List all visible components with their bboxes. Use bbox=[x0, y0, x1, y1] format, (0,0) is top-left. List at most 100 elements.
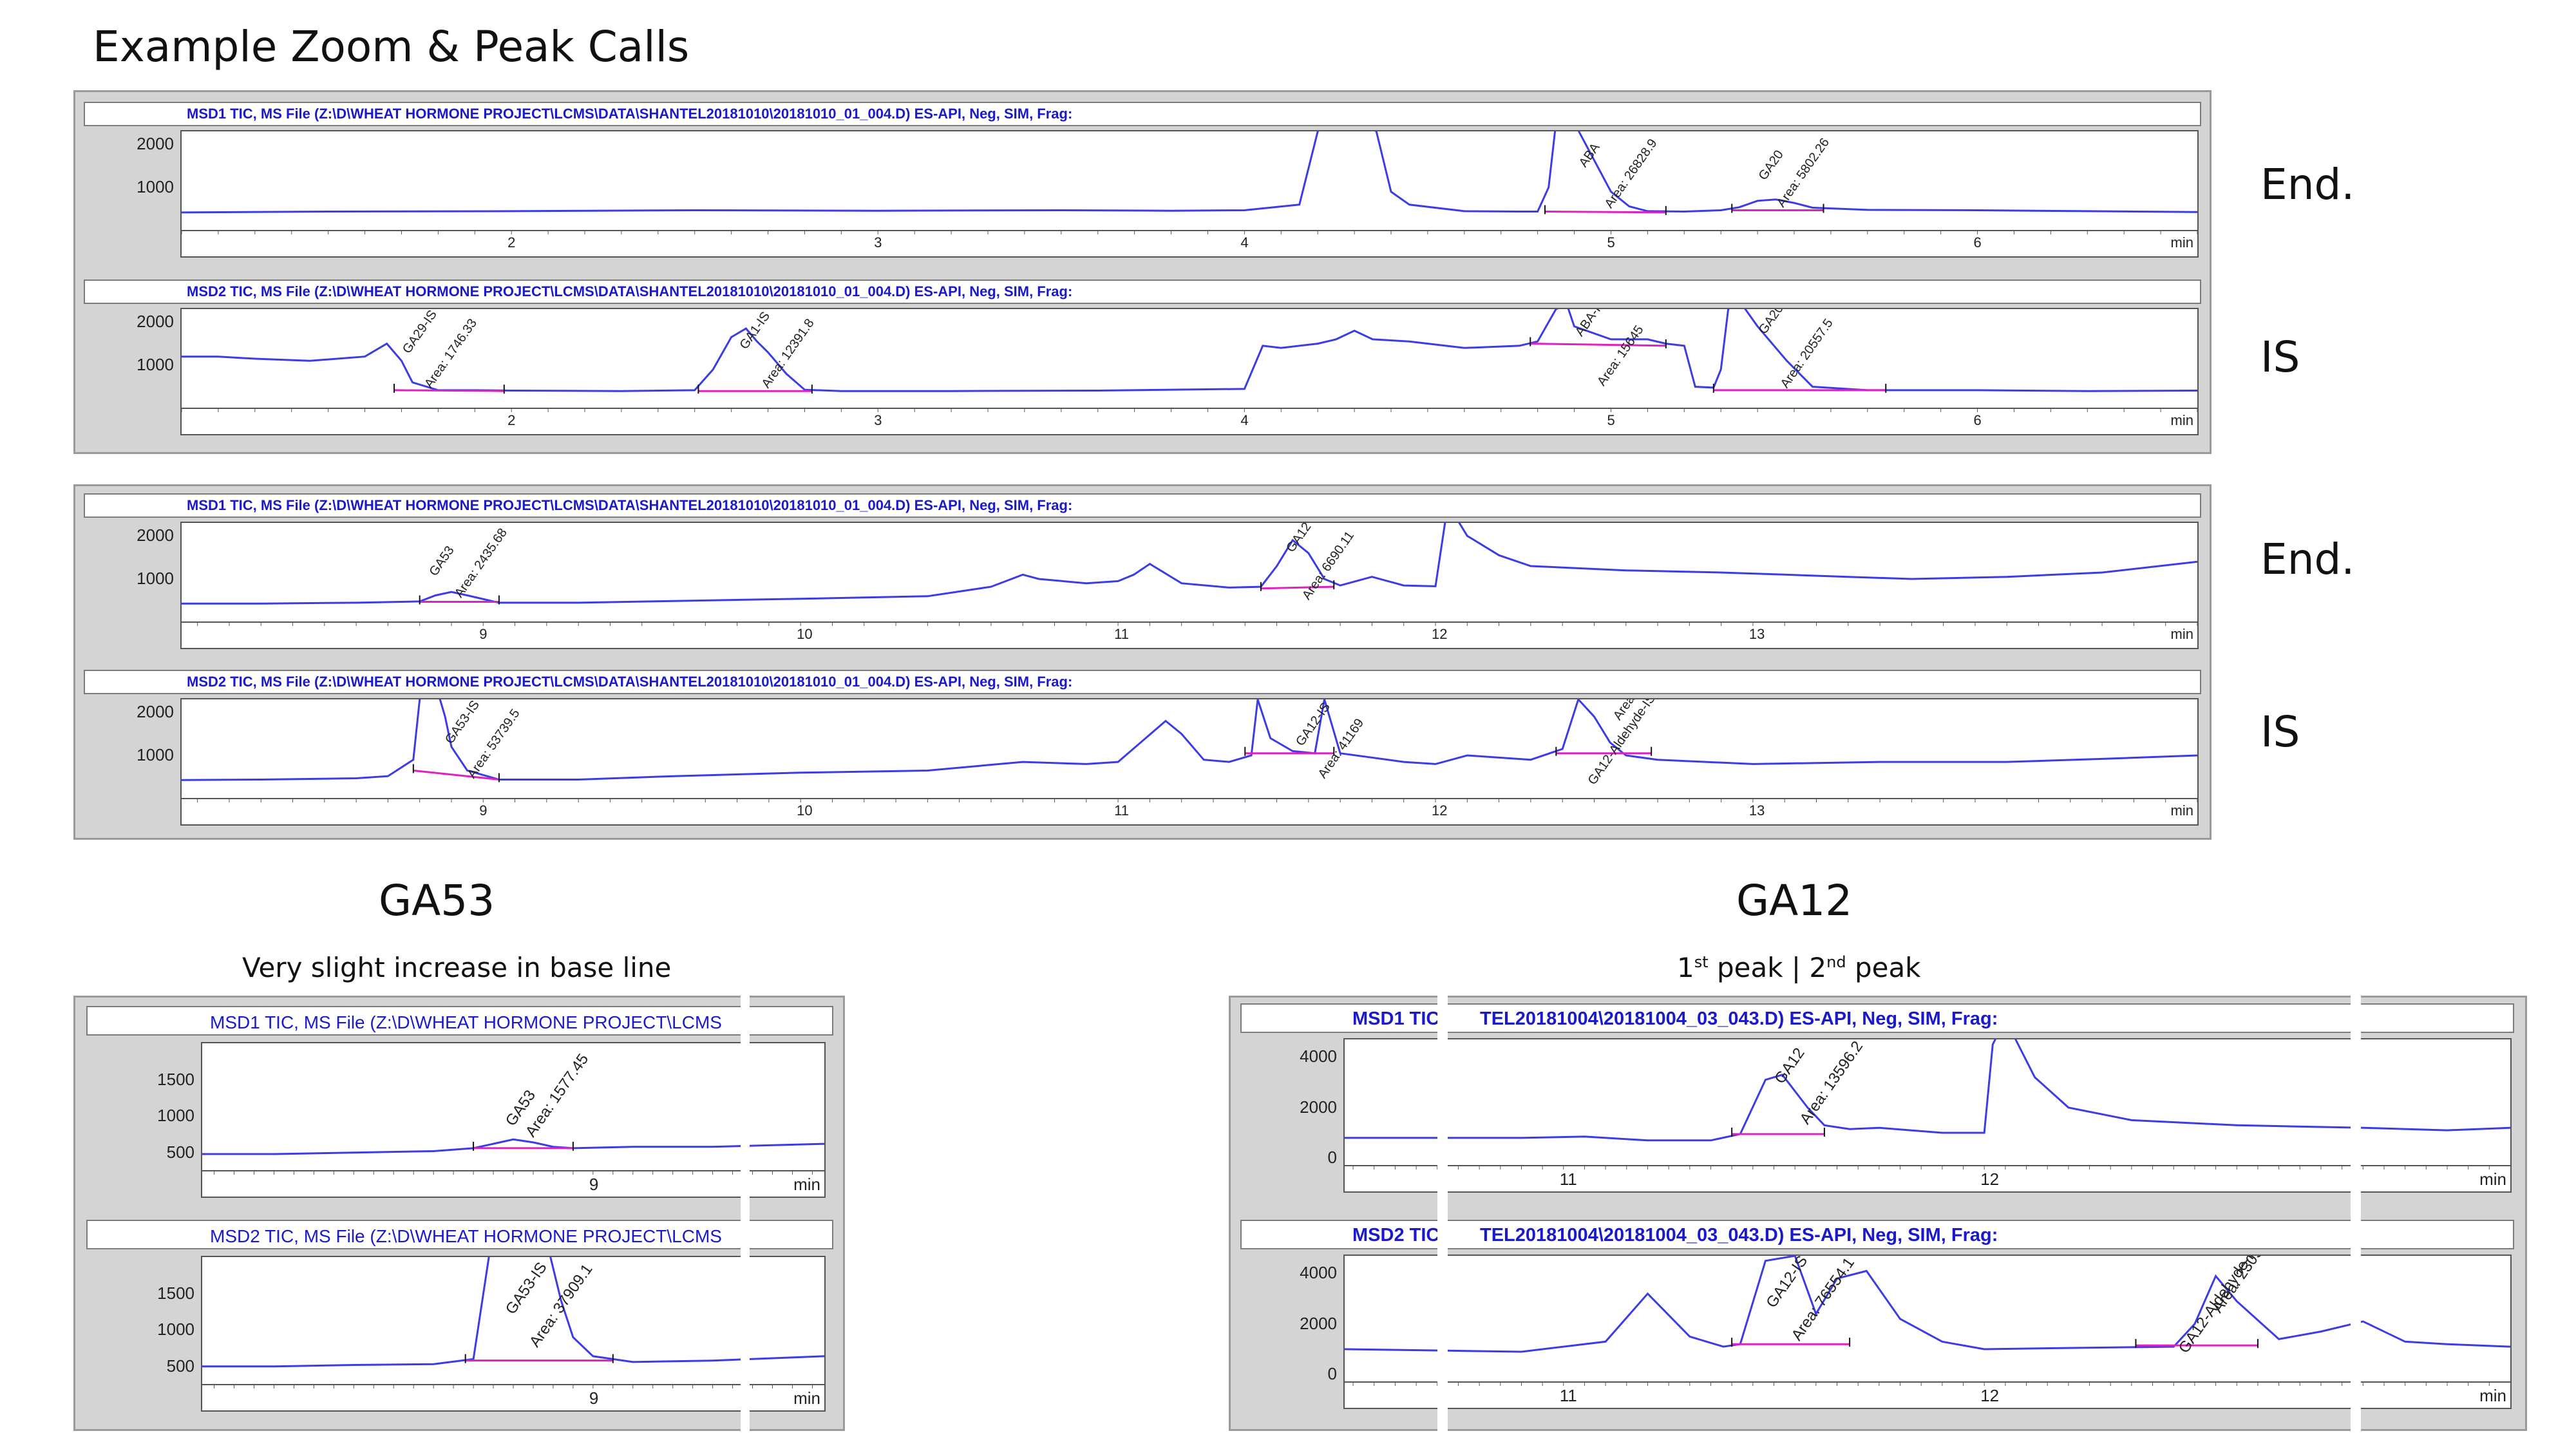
chart-ga12-msd1: GA12 Area: 13596.2 11 12 min bbox=[1343, 1038, 2512, 1193]
msd2-header-2: MSD2 TIC, MS File (Z:\D\WHEAT HORMONE PR… bbox=[187, 674, 1073, 690]
peak-annotation: Area: 6690.11 bbox=[1300, 529, 1357, 602]
peak-annotation: GA29-IS bbox=[400, 309, 440, 356]
series-line bbox=[182, 309, 2197, 392]
x-unit-label: min bbox=[2170, 802, 2193, 819]
y-tick-label: 2000 bbox=[137, 312, 174, 332]
x-tick-label: 12 bbox=[1980, 1170, 2000, 1189]
ga12-msd2-header-a: MSD2 TIC bbox=[1352, 1225, 1440, 1245]
series-line bbox=[1345, 1256, 2510, 1353]
x-tick-label: 2 bbox=[507, 412, 516, 428]
y-tick-label: 4000 bbox=[1300, 1263, 1337, 1283]
x-tick-label: 11 bbox=[1559, 1170, 1577, 1189]
ga53-msd1-header: MSD1 TIC, MS File (Z:\D\WHEAT HORMONE PR… bbox=[210, 1012, 722, 1032]
y-tick-label: 1000 bbox=[137, 177, 174, 197]
x-tick-label: 3 bbox=[874, 234, 882, 251]
x-tick-label: 11 bbox=[1559, 1386, 1577, 1405]
ga53-note: Very slight increase in base line bbox=[242, 952, 672, 983]
y-tick-label: 2000 bbox=[137, 702, 174, 722]
ga12-msd1-header-b: TEL20181004\20181004_03_043.D) ES-API, N… bbox=[1480, 1009, 1998, 1029]
peak-annotation: Area: 12391.8 bbox=[759, 316, 817, 391]
peak-annotation: Area: 15645 bbox=[1595, 323, 1647, 388]
ga12-label: GA12 bbox=[1736, 876, 1853, 925]
integration-baseline bbox=[1260, 585, 1334, 590]
y-tick-label: 0 bbox=[1327, 1364, 1337, 1384]
y-tick-label: 1000 bbox=[137, 355, 174, 375]
x-unit-label: min bbox=[2170, 626, 2193, 642]
y-tick-label: 500 bbox=[166, 1142, 194, 1162]
integration-baseline bbox=[1530, 343, 1666, 347]
x-unit-label: min bbox=[2170, 234, 2193, 251]
x-tick-label: 12 bbox=[1432, 626, 1448, 642]
x-tick-label: 11 bbox=[1114, 626, 1129, 642]
ga53-msd2-header: MSD2 TIC, MS File (Z:\D\WHEAT HORMONE PR… bbox=[210, 1226, 722, 1246]
peak-annotation: GA12-IS bbox=[1763, 1256, 1811, 1311]
x-tick-label: 4 bbox=[1240, 412, 1249, 428]
p6-svg: GA53-ISArea: 37909.1 bbox=[202, 1257, 824, 1388]
p1-svg: ABAArea: 26828.9 GA20Area: 5802.26 bbox=[182, 131, 2197, 234]
peak-annotation: Area: 2435.68 bbox=[452, 526, 510, 600]
peak-annotation: GA12-IS bbox=[1293, 700, 1333, 748]
peak-annotation: GA53-IS bbox=[502, 1259, 551, 1318]
x-tick-label: 2 bbox=[507, 234, 516, 251]
ga12-msd1-header-a: MSD1 TIC bbox=[1352, 1009, 1440, 1029]
msd1-header: MSD1 TIC, MS File (Z:\D\WHEAT HORMONE PR… bbox=[187, 106, 1073, 122]
x-unit-label: min bbox=[2479, 1386, 2506, 1405]
chart-ga12-msd2: GA12-IS Area: 76554.1 Area: 23056.6 GA12-Al… bbox=[1343, 1255, 2512, 1409]
side-label-is-2: IS bbox=[2260, 707, 2300, 757]
x-tick-label: 9 bbox=[479, 802, 488, 819]
x-tick-label: 5 bbox=[1607, 412, 1615, 428]
x-unit-label: min bbox=[793, 1175, 820, 1194]
x-unit-label: min bbox=[793, 1388, 820, 1408]
peak-annotation: GA53-IS bbox=[442, 699, 482, 746]
x-tick-label: 10 bbox=[797, 626, 813, 642]
p8-svg: GA12-ISArea: 76554.1 Area: 23056.6GA12-Al… bbox=[1345, 1256, 2510, 1386]
y-tick-label: 0 bbox=[1327, 1148, 1337, 1168]
y-tick-label: 1000 bbox=[137, 569, 174, 589]
splice-gap-1 bbox=[741, 992, 750, 1436]
y-tick-label: 1000 bbox=[157, 1320, 194, 1340]
y-tick-label: 1500 bbox=[157, 1069, 194, 1089]
x-tick-label: 12 bbox=[1980, 1386, 2000, 1405]
p7-svg: GA12Area: 13596.2 bbox=[1345, 1039, 2510, 1170]
msd1-header-2: MSD1 TIC, MS File (Z:\D\WHEAT HORMONE PR… bbox=[187, 497, 1073, 513]
peak-annotation: GA53 bbox=[426, 544, 457, 579]
y-tick-label: 2000 bbox=[1300, 1313, 1337, 1333]
y-tick-label: 4000 bbox=[1300, 1046, 1337, 1066]
y-tick-label: 2000 bbox=[1300, 1097, 1337, 1117]
x-tick-label: 13 bbox=[1748, 626, 1765, 642]
x-tick-label: 5 bbox=[1607, 234, 1615, 251]
splice-gap-3 bbox=[2351, 992, 2361, 1436]
peak-annotation: Area: 26828.9 bbox=[1602, 137, 1660, 211]
x-tick-label: 3 bbox=[874, 412, 882, 428]
x-tick-label: 9 bbox=[479, 626, 488, 642]
series-line bbox=[1345, 1039, 2510, 1142]
splice-gap-2 bbox=[1437, 992, 1448, 1436]
integration-baseline bbox=[1545, 211, 1666, 214]
x-tick-label: 10 bbox=[797, 802, 813, 819]
x-tick-label: 13 bbox=[1748, 802, 1765, 819]
x-unit-label: min bbox=[2479, 1170, 2506, 1189]
series-line bbox=[182, 131, 2197, 214]
ga53-label: GA53 bbox=[379, 876, 495, 925]
chart-msd2-top: GA29-IS Area: 1746.33 GA1-IS Area: 12391.8 A… bbox=[180, 308, 2199, 435]
y-tick-label: 2000 bbox=[137, 526, 174, 545]
chart-msd1-middle: GA53 Area: 2435.68 GA12 Area: 6690.11 9 10 11 1… bbox=[180, 522, 2199, 649]
y-tick-label: 1000 bbox=[157, 1106, 194, 1126]
peak-annotation: GA12 bbox=[1283, 523, 1314, 555]
x-tick-label: 12 bbox=[1432, 802, 1448, 819]
side-label-end-2: End. bbox=[2260, 535, 2355, 584]
msd2-header: MSD2 TIC, MS File (Z:\D\WHEAT HORMONE PR… bbox=[187, 283, 1073, 299]
ga12-note: 1st peak | 2nd peak bbox=[1677, 952, 1921, 983]
peak-annotation: ABA-IS bbox=[1573, 309, 1609, 339]
x-tick-label: 9 bbox=[589, 1388, 599, 1408]
y-tick-label: 1000 bbox=[137, 745, 174, 765]
x-tick-label: 6 bbox=[1973, 412, 1982, 428]
peak-annotation: ABA bbox=[1577, 140, 1603, 170]
peak-annotation: Area: 5802.26 bbox=[1774, 136, 1832, 211]
side-label-end-1: End. bbox=[2260, 160, 2355, 209]
chart-ga53-msd1: GA53 Area: 1577.45 9 min bbox=[201, 1042, 826, 1198]
chart-ga53-msd2: GA53-IS Area: 37909.1 9 min bbox=[201, 1256, 826, 1412]
peak-annotation: GA12 bbox=[1771, 1045, 1808, 1087]
chart-msd1-top: ABA Area: 26828.9 GA20 Area: 5802.26 2 3 4 5 6 mi… bbox=[180, 130, 2199, 258]
peak-annotation: Area: 20557.5 bbox=[1778, 316, 1836, 391]
